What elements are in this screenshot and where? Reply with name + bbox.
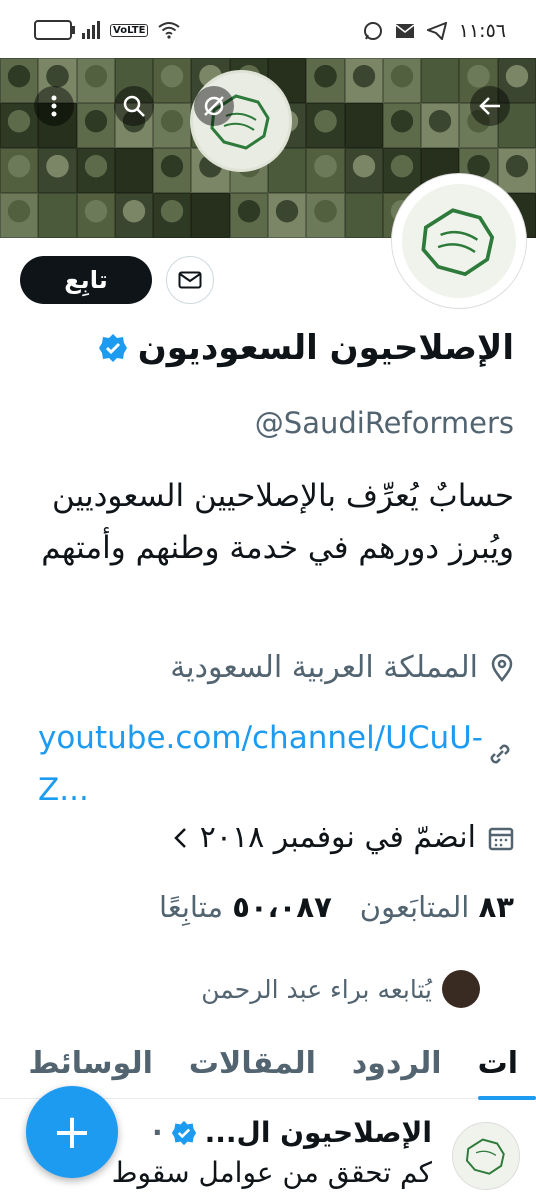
whatsapp-icon: [363, 22, 382, 40]
following-stat[interactable]: ٨٣ المتابَعون: [360, 890, 514, 924]
joined-row: انضمّ في نوفمبر ٢٠١٨: [172, 820, 514, 855]
verified-badge-icon: [98, 334, 127, 362]
banner-photo-tile: [306, 193, 345, 238]
eye-off-icon: [204, 96, 224, 116]
logo-icon: [421, 208, 495, 277]
arrow-left-icon: [479, 97, 500, 115]
banner-photo-tile: [421, 103, 460, 148]
banner-photo-tile: [382, 58, 422, 103]
joined-text: انضمّ في نوفمبر ٢٠١٨: [199, 820, 476, 855]
message-button[interactable]: [166, 256, 214, 304]
banner-photo-tile: [344, 148, 383, 193]
mail-icon: [395, 24, 415, 38]
tab-media[interactable]: الوسائط: [10, 1036, 171, 1098]
tweet-separator: ·: [151, 1116, 163, 1149]
banner-photo-tile: [344, 58, 383, 103]
banner-photo-tile: [267, 193, 307, 238]
banner-photo-tile: [76, 148, 115, 193]
tweet-author: الإصلاحيون ال... ·: [152, 1116, 432, 1149]
followed-by-text: يُتابعه براء عبد الرحمن: [201, 974, 432, 1004]
banner-photo-tile: [421, 58, 460, 103]
location-row: المملكة العربية السعودية: [170, 650, 514, 685]
search-icon: [123, 95, 145, 117]
profile-bio: حسابٌ يُعرِّف بالإصلاحيين السعوديين ويُب…: [41, 478, 514, 566]
link-icon: [490, 744, 510, 764]
banner-photo-tile: [38, 148, 77, 193]
tab-posts[interactable]: ات: [460, 1036, 536, 1100]
banner-photo-tile: [38, 193, 77, 238]
banner-photo-tile: [382, 148, 422, 193]
banner-photo-tile: [0, 58, 39, 103]
more-vertical-icon: [51, 95, 57, 117]
tweet-avatar[interactable]: [452, 1122, 520, 1190]
banner-photo-tile: [382, 103, 422, 148]
banner-photo-tile: [497, 148, 536, 193]
banner-photo-tile: [344, 193, 383, 238]
battery-icon: [34, 20, 75, 40]
avatar[interactable]: [392, 174, 526, 308]
mail-icon: [178, 271, 202, 289]
banner-photo-tile: [114, 148, 154, 193]
follow-stats: ٨٣ المتابَعون ٥٠،٠٨٧ متابِعًا: [159, 890, 514, 924]
banner-photo-tile: [153, 58, 192, 103]
followed-by[interactable]: يُتابعه براء عبد الرحمن: [201, 970, 480, 1008]
hide-button[interactable]: [194, 86, 234, 126]
banner-photo-tile: [306, 103, 345, 148]
calendar-icon: [488, 827, 514, 850]
chevron-left-icon[interactable]: [172, 826, 188, 850]
banner-photo-tile: [0, 193, 39, 238]
tweet-author-name: الإصلاحيون ال...: [204, 1116, 432, 1149]
banner-photo-tile: [76, 103, 115, 148]
logo-icon: [465, 1138, 505, 1175]
banner-photo-tile: [153, 103, 192, 148]
telegram-icon: [426, 22, 447, 40]
banner-photo-tile: [306, 58, 345, 103]
search-button[interactable]: [114, 86, 154, 126]
signal-icon: [82, 21, 100, 39]
banner-photo-tile: [191, 193, 230, 238]
banner-photo-tile: [153, 148, 192, 193]
follower-avatar: [442, 970, 480, 1008]
banner-photo-tile: [344, 103, 383, 148]
profile-link[interactable]: youtube.com/channel/UCuU-Z...: [38, 712, 483, 816]
banner-photo-tile: [153, 193, 192, 238]
profile-handle: @SaudiReformers: [254, 406, 514, 440]
wifi-icon: [158, 22, 181, 39]
followers-stat[interactable]: ٥٠،٠٨٧ متابِعًا: [159, 890, 332, 924]
clock: ١١:٥٦: [458, 20, 506, 42]
banner-photo-tile: [76, 58, 115, 103]
tab-articles[interactable]: المقالات: [171, 1036, 334, 1098]
banner-photo-tile: [0, 103, 39, 148]
follow-button[interactable]: تابِع: [20, 256, 152, 304]
banner-photo-tile: [114, 193, 154, 238]
location-text: المملكة العربية السعودية: [170, 650, 478, 685]
more-options-button[interactable]: [34, 86, 74, 126]
compose-button[interactable]: +: [26, 1086, 118, 1178]
tab-replies[interactable]: الردود: [334, 1036, 460, 1098]
back-button[interactable]: [470, 86, 510, 126]
banner-photo-tile: [229, 193, 268, 238]
volte-icon: VoLTE: [110, 23, 149, 37]
banner-photo-tile: [0, 148, 39, 193]
profile-name-row: الإصلاحيون السعوديون: [98, 328, 514, 368]
verified-badge-icon: [171, 1120, 196, 1145]
location-pin-icon: [491, 653, 513, 682]
status-bar: VoLTE ١١:٥٦: [0, 0, 536, 58]
banner-photo-tile: [306, 148, 345, 193]
profile-name: الإصلاحيون السعوديون: [137, 328, 514, 368]
banner-photo-tile: [76, 193, 115, 238]
tweet-text: كم تحقق من عوامل سقوط: [111, 1156, 432, 1189]
